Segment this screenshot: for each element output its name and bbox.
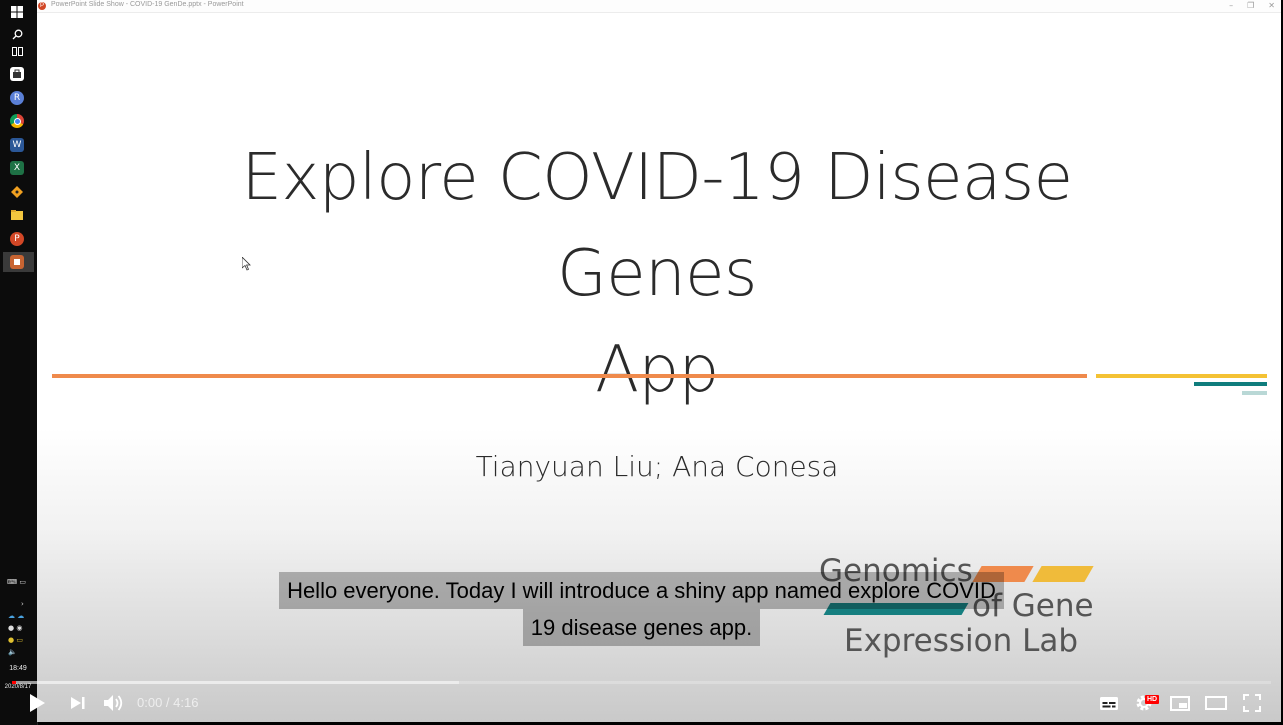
slideshow-icon[interactable] xyxy=(10,255,24,269)
subtitles-icon xyxy=(1100,696,1118,710)
excel-icon[interactable]: X xyxy=(10,161,24,175)
volume-button[interactable] xyxy=(100,690,128,716)
next-button[interactable] xyxy=(64,690,92,716)
task-view-icon[interactable] xyxy=(10,44,24,58)
tray-volume-icon[interactable]: 🔈 xyxy=(8,648,17,656)
time-current: 0:00 xyxy=(137,695,163,710)
fullscreen-icon xyxy=(1243,694,1261,712)
close-icon[interactable]: ✕ xyxy=(1268,0,1275,12)
restore-icon[interactable]: ❐ xyxy=(1247,0,1254,12)
taskbar-clock-time[interactable]: 18:49 xyxy=(2,665,34,672)
accent-line-teal xyxy=(1194,382,1267,386)
video-captions: Hello everyone. Today I will introduce a… xyxy=(0,572,1283,646)
time-total: 4:16 xyxy=(173,695,199,710)
word-icon[interactable]: W xyxy=(10,138,24,152)
progress-played xyxy=(12,681,16,684)
volume-icon xyxy=(104,695,123,711)
theater-mode-icon xyxy=(1205,696,1227,710)
powerpoint-icon[interactable]: P xyxy=(10,232,24,246)
slide-title-line1: Explore COVID-19 Disease Genes xyxy=(241,141,1073,311)
next-icon xyxy=(71,697,85,709)
theater-mode-button[interactable] xyxy=(1202,690,1230,716)
window-titlebar: P PowerPoint Slide Show - COVID-19 GenDe… xyxy=(37,0,1281,13)
caption-line-2: 19 disease genes app. xyxy=(522,609,761,646)
miniplayer-icon xyxy=(1170,695,1190,711)
file-explorer-icon[interactable] xyxy=(10,208,24,222)
powerpoint-logo-icon: P xyxy=(38,2,46,10)
subtitles-button[interactable] xyxy=(1095,690,1123,716)
mouse-cursor-icon xyxy=(242,257,251,271)
play-button[interactable] xyxy=(22,690,52,716)
progress-bar[interactable] xyxy=(12,681,1271,684)
windows-start-icon[interactable] xyxy=(10,5,24,19)
accent-line-orange xyxy=(52,374,1087,378)
slide-title-line2: App xyxy=(595,333,719,407)
slide-authors: Tianyuan Liu; Ana Conesa xyxy=(475,450,839,483)
play-icon xyxy=(30,694,45,712)
miniplayer-button[interactable] xyxy=(1166,690,1194,716)
git-icon[interactable] xyxy=(10,185,24,199)
minimize-icon[interactable]: – xyxy=(1229,0,1233,12)
time-separator: / xyxy=(162,695,174,710)
accent-line-light xyxy=(1242,391,1267,395)
time-display: 0:00 / 4:16 xyxy=(137,694,198,712)
chrome-icon[interactable] xyxy=(10,114,24,128)
fullscreen-button[interactable] xyxy=(1238,690,1266,716)
accent-line-yellow xyxy=(1096,374,1267,378)
progress-buffered xyxy=(12,681,459,684)
r-icon[interactable]: R xyxy=(10,91,24,105)
store-icon[interactable] xyxy=(10,67,24,81)
search-icon[interactable] xyxy=(10,27,24,41)
window-title: PowerPoint Slide Show - COVID-19 GenDe.p… xyxy=(51,1,244,8)
hd-badge: HD xyxy=(1145,695,1160,704)
caption-line-1: Hello everyone. Today I will introduce a… xyxy=(279,572,1004,609)
